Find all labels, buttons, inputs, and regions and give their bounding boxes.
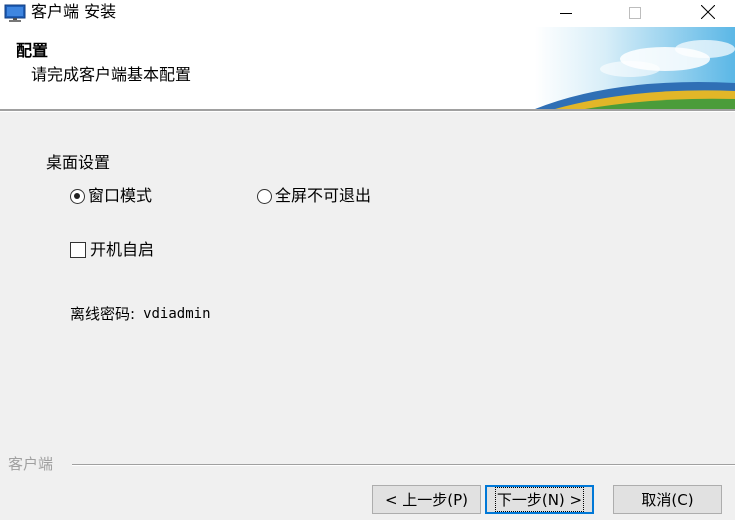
checkbox-unchecked-icon [70,242,86,258]
fullscreen-locked-radio[interactable]: 全屏不可退出 [257,185,371,207]
back-button[interactable]: < 上一步(P) [372,485,481,514]
window-mode-label: 窗口模式 [88,186,153,205]
footer-separator [72,464,735,466]
cancel-button[interactable]: 取消(C) [613,485,722,514]
monitor-icon [4,4,26,23]
offline-password-value: vdiadmin [143,306,211,322]
next-button[interactable]: 下一步(N) > [485,485,594,514]
page-subtitle: 请完成客户端基本配置 [31,65,192,84]
cancel-button-label: 取消(C) [641,491,694,509]
window-title: 客户端 安装 [31,2,117,21]
next-button-label: 下一步(N) > [494,487,585,512]
close-button[interactable] [685,0,731,27]
radio-selected-icon [70,188,85,204]
footer-brand: 客户端 [8,455,54,473]
autostart-checkbox[interactable]: 开机自启 [70,239,154,261]
maximize-button[interactable] [612,0,658,27]
fullscreen-locked-label: 全屏不可退出 [275,186,372,205]
offline-password-row: 离线密码: vdiadmin [70,303,211,325]
offline-password-label: 离线密码: [70,305,136,323]
header-banner-image [535,27,735,109]
maximize-icon [629,4,641,23]
title-bar: 客户端 安装 [0,0,735,27]
close-icon [700,4,716,23]
minimize-icon [560,4,572,23]
page-title: 配置 [16,41,49,60]
autostart-label: 开机自启 [90,240,155,259]
radio-unselected-icon [257,188,272,204]
minimize-button[interactable] [543,0,589,27]
desktop-settings-label: 桌面设置 [46,153,111,172]
back-button-label: < 上一步(P) [384,491,469,509]
window-mode-radio[interactable]: 窗口模式 [70,185,152,207]
header-separator [0,109,735,112]
wizard-header: 配置 请完成客户端基本配置 [0,27,735,109]
